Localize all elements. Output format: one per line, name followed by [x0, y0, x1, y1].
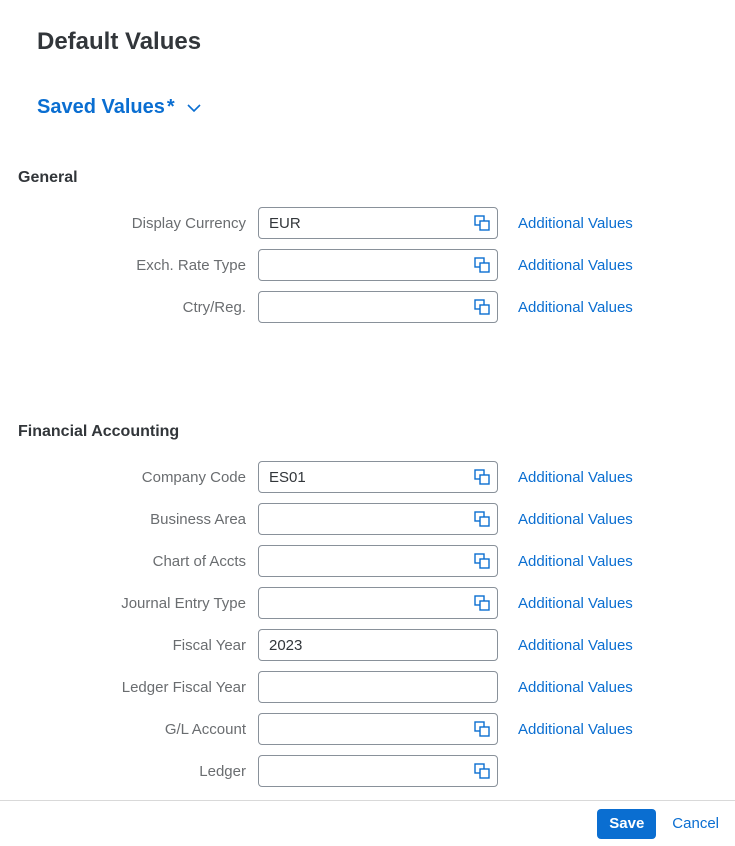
row-ledger-fiscal-year: Ledger Fiscal Year Additional Values	[18, 671, 735, 703]
row-fiscal-year: Fiscal Year Additional Values	[18, 629, 735, 661]
row-business-area: Business Area Additional Values	[18, 503, 735, 535]
section-title-general: General	[18, 169, 735, 187]
row-display-currency: Display Currency Additional Values	[18, 207, 735, 239]
saved-values-label: Saved Values	[37, 96, 165, 119]
input-display-currency[interactable]	[259, 208, 497, 238]
row-ledger: Ledger	[18, 755, 735, 787]
row-exch-rate-type: Exch. Rate Type Additional Values	[18, 249, 735, 281]
row-company-code: Company Code Additional Values	[18, 461, 735, 493]
label-exch-rate-type: Exch. Rate Type	[18, 257, 258, 274]
footer-bar: Save Cancel	[0, 800, 735, 846]
input-wrap-ctry-reg	[258, 291, 498, 323]
input-journal-entry-type[interactable]	[259, 588, 497, 618]
input-wrap-ledger	[258, 755, 498, 787]
value-help-icon[interactable]	[473, 298, 491, 316]
value-help-icon[interactable]	[473, 214, 491, 232]
input-company-code[interactable]	[259, 462, 497, 492]
label-display-currency: Display Currency	[18, 215, 258, 232]
input-wrap-journal-entry-type	[258, 587, 498, 619]
dirty-indicator: *	[167, 96, 175, 119]
label-journal-entry-type: Journal Entry Type	[18, 595, 258, 612]
input-wrap-gl-account	[258, 713, 498, 745]
input-exch-rate-type[interactable]	[259, 250, 497, 280]
input-wrap-chart-of-accts	[258, 545, 498, 577]
label-ledger: Ledger	[18, 763, 258, 780]
input-wrap-ledger-fiscal-year	[258, 671, 498, 703]
additional-values-link[interactable]: Additional Values	[518, 469, 633, 486]
input-wrap-business-area	[258, 503, 498, 535]
page-title: Default Values	[37, 28, 735, 56]
input-chart-of-accts[interactable]	[259, 546, 497, 576]
cancel-button[interactable]: Cancel	[662, 809, 729, 839]
input-gl-account[interactable]	[259, 714, 497, 744]
value-help-icon[interactable]	[473, 552, 491, 570]
section-title-fa: Financial Accounting	[18, 423, 735, 441]
additional-values-link[interactable]: Additional Values	[518, 595, 633, 612]
value-help-icon[interactable]	[473, 594, 491, 612]
chevron-down-icon	[187, 103, 201, 113]
label-gl-account: G/L Account	[18, 721, 258, 738]
input-wrap-fiscal-year	[258, 629, 498, 661]
input-business-area[interactable]	[259, 504, 497, 534]
additional-values-link[interactable]: Additional Values	[518, 679, 633, 696]
row-ctry-reg: Ctry/Reg. Additional Values	[18, 291, 735, 323]
additional-values-link[interactable]: Additional Values	[518, 215, 633, 232]
additional-values-link[interactable]: Additional Values	[518, 299, 633, 316]
saved-values-dropdown[interactable]: Saved Values*	[37, 96, 201, 119]
input-ledger-fiscal-year[interactable]	[259, 672, 497, 702]
value-help-icon[interactable]	[473, 762, 491, 780]
additional-values-link[interactable]: Additional Values	[518, 257, 633, 274]
row-gl-account: G/L Account Additional Values	[18, 713, 735, 745]
label-company-code: Company Code	[18, 469, 258, 486]
additional-values-link[interactable]: Additional Values	[518, 553, 633, 570]
row-journal-entry-type: Journal Entry Type Additional Values	[18, 587, 735, 619]
input-ctry-reg[interactable]	[259, 292, 497, 322]
value-help-icon[interactable]	[473, 256, 491, 274]
label-ctry-reg: Ctry/Reg.	[18, 299, 258, 316]
section-financial-accounting: Financial Accounting Company Code Additi…	[0, 423, 735, 787]
label-chart-of-accts: Chart of Accts	[18, 553, 258, 570]
additional-values-link[interactable]: Additional Values	[518, 511, 633, 528]
section-general: General Display Currency Additional Valu…	[0, 169, 735, 323]
label-ledger-fiscal-year: Ledger Fiscal Year	[18, 679, 258, 696]
input-ledger[interactable]	[259, 756, 497, 786]
input-wrap-display-currency	[258, 207, 498, 239]
value-help-icon[interactable]	[473, 468, 491, 486]
input-wrap-exch-rate-type	[258, 249, 498, 281]
additional-values-link[interactable]: Additional Values	[518, 721, 633, 738]
label-business-area: Business Area	[18, 511, 258, 528]
save-button[interactable]: Save	[597, 809, 656, 839]
row-chart-of-accts: Chart of Accts Additional Values	[18, 545, 735, 577]
input-wrap-company-code	[258, 461, 498, 493]
value-help-icon[interactable]	[473, 720, 491, 738]
label-fiscal-year: Fiscal Year	[18, 637, 258, 654]
input-fiscal-year[interactable]	[259, 630, 497, 660]
additional-values-link[interactable]: Additional Values	[518, 637, 633, 654]
value-help-icon[interactable]	[473, 510, 491, 528]
